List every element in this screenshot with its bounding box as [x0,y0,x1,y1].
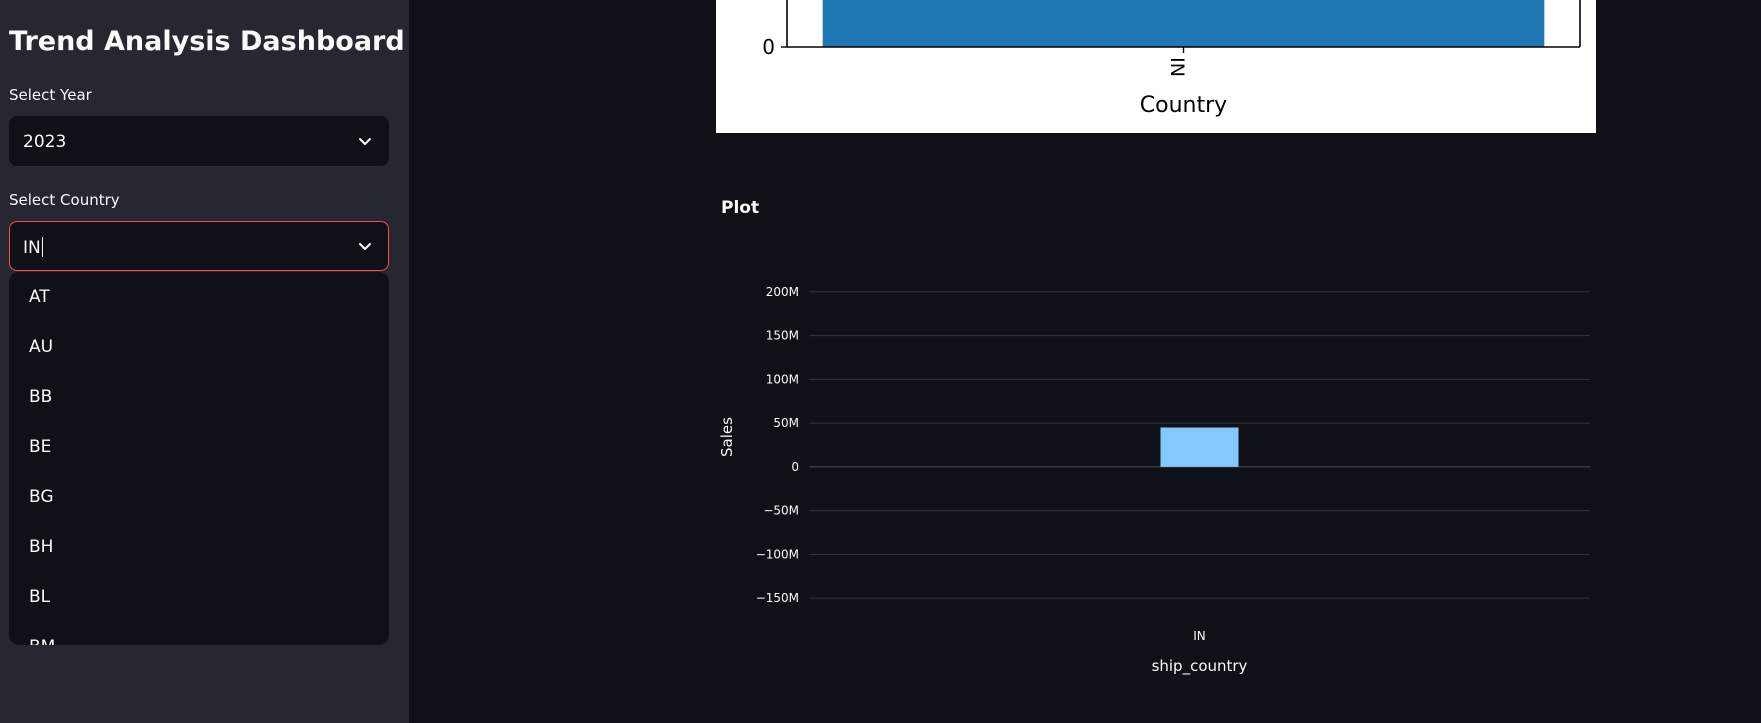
chevron-down-icon[interactable] [356,132,374,150]
x-tick-label: IN [1166,57,1188,77]
country-option[interactable]: AT [29,287,50,307]
y-tick-label: 150M [766,329,799,343]
y-tick-label: 50M [773,416,799,430]
sidebar: Trend Analysis Dashboard Select Year 202… [0,0,409,723]
country-select-input[interactable]: IN [23,237,43,258]
year-label: Select Year [9,86,92,104]
country-option[interactable]: AU [29,337,53,357]
chart-bar [1160,427,1239,467]
plot-heading: Plot [721,198,760,218]
country-select-value: IN [23,238,41,258]
y-tick-label: 0 [762,35,775,59]
chevron-down-icon[interactable] [356,237,374,255]
y-tick-label: 200M [766,285,799,299]
matplotlib-chart-svg: IN 0 Country [762,0,1581,118]
y-tick-label: 0 [791,460,799,474]
y-tick-label: 100M [766,372,799,386]
y-tick-label: −150M [756,591,799,605]
y-axis-title: Sales [718,417,736,457]
text-cursor [41,237,43,257]
country-option[interactable]: BM [29,637,55,645]
matplotlib-chart: IN 0 Country [716,0,1596,133]
country-option[interactable]: BH [29,537,53,557]
country-option[interactable]: BL [29,587,50,607]
country-dropdown-list[interactable]: AT AU BB BE BG BH BL BM [9,272,389,645]
year-select-value: 2023 [23,132,67,152]
chart-bar [822,0,1545,47]
country-option[interactable]: BG [29,487,54,507]
y-tick-label: −50M [763,504,799,518]
country-option[interactable]: BE [29,437,51,457]
x-tick-label: IN [1193,629,1206,643]
x-axis-title: Country [1140,93,1227,118]
year-select[interactable]: 2023 [9,116,389,166]
country-select[interactable]: IN [9,221,389,271]
plotly-chart[interactable]: 200M 150M 100M 50M 0 −50M −100M −150M IN ship_cou… [716,250,1596,690]
country-label: Select Country [9,191,120,209]
x-axis-title: ship_country [1152,657,1248,676]
sidebar-title: Trend Analysis Dashboard [9,26,405,57]
country-option[interactable]: BB [29,387,52,407]
y-tick-label: −100M [756,547,799,561]
